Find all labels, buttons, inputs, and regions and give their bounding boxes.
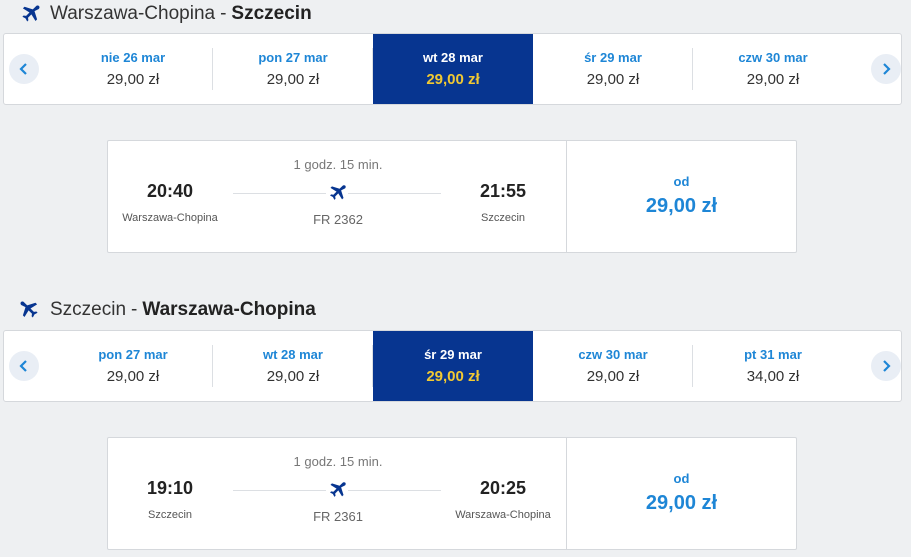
date-label: śr 29 mar bbox=[424, 347, 482, 362]
departure-time: 20:40 bbox=[146, 181, 194, 201]
price-from-label: od bbox=[673, 471, 690, 486]
chevron-right-icon bbox=[871, 351, 901, 381]
price-select-button[interactable]: od 29,00 zł bbox=[567, 141, 796, 252]
date-label: czw 30 mar bbox=[578, 347, 648, 362]
chevron-left-icon bbox=[9, 54, 39, 84]
date-price: 29,00 zł bbox=[426, 71, 480, 88]
date-tab[interactable]: nie 26 mar 29,00 zł bbox=[53, 34, 213, 104]
outbound-flight-card[interactable]: 20:40 Warszawa-Chopina 1 godz. 15 min. F… bbox=[107, 140, 797, 253]
flight-info: 20:40 Warszawa-Chopina 1 godz. 15 min. F… bbox=[108, 141, 567, 252]
date-label: nie 26 mar bbox=[100, 50, 166, 65]
date-tab[interactable]: pon 27 mar 29,00 zł bbox=[53, 331, 213, 401]
date-tab[interactable]: pt 31 mar 34,00 zł bbox=[693, 331, 853, 401]
date-tab[interactable]: śr 29 mar 29,00 zł bbox=[533, 34, 693, 104]
route-origin: Szczecin bbox=[50, 299, 127, 320]
flight-number: FR 2362 bbox=[313, 212, 363, 227]
route-separator: - bbox=[131, 299, 138, 320]
price-from-label: od bbox=[673, 174, 690, 189]
route-destination: Warszawa-Chopina bbox=[142, 299, 316, 320]
date-tab[interactable]: pon 27 mar 29,00 zł bbox=[213, 34, 373, 104]
return-date-strip: pon 27 mar 29,00 zł wt 28 mar 29,00 zł ś… bbox=[3, 330, 902, 402]
price-amount: 29,00 zł bbox=[645, 492, 718, 514]
flight-number: FR 2361 bbox=[313, 509, 363, 524]
prev-dates-button[interactable] bbox=[9, 348, 39, 384]
arrival-city: Warszawa-Chopina bbox=[455, 509, 551, 521]
date-label: wt 28 mar bbox=[423, 50, 483, 65]
date-tab-selected[interactable]: śr 29 mar 29,00 zł bbox=[373, 331, 533, 401]
return-flight-card[interactable]: 19:10 Szczecin 1 godz. 15 min. FR 2361 2… bbox=[107, 437, 797, 550]
date-tab-selected[interactable]: wt 28 mar 29,00 zł bbox=[373, 34, 533, 104]
chevron-left-icon bbox=[9, 351, 39, 381]
date-price: 29,00 zł bbox=[586, 71, 640, 88]
plane-icon bbox=[20, 301, 38, 318]
date-price: 29,00 zł bbox=[106, 368, 160, 385]
date-label: czw 30 mar bbox=[738, 50, 808, 65]
date-label: pon 27 mar bbox=[258, 50, 328, 65]
arrival-time: 21:55 bbox=[479, 181, 527, 201]
date-tab[interactable]: czw 30 mar 29,00 zł bbox=[693, 34, 853, 104]
date-price: 29,00 zł bbox=[746, 71, 800, 88]
date-tab[interactable]: wt 28 mar 29,00 zł bbox=[213, 331, 373, 401]
chevron-right-icon bbox=[871, 54, 901, 84]
plane-icon bbox=[326, 182, 348, 204]
departure-city: Szczecin bbox=[147, 509, 193, 521]
flight-info: 19:10 Szczecin 1 godz. 15 min. FR 2361 2… bbox=[108, 438, 567, 549]
date-label: wt 28 mar bbox=[263, 347, 323, 362]
date-tab[interactable]: czw 30 mar 29,00 zł bbox=[533, 331, 693, 401]
date-price: 29,00 zł bbox=[106, 71, 160, 88]
arrival-city: Szczecin bbox=[480, 212, 526, 224]
next-dates-button[interactable] bbox=[871, 51, 901, 87]
departure-city: Warszawa-Chopina bbox=[122, 212, 218, 224]
outbound-route-title: Warszawa-Chopina - Szczecin bbox=[0, 0, 312, 28]
flight-duration: 1 godz. 15 min. bbox=[293, 157, 383, 172]
flight-duration: 1 godz. 15 min. bbox=[293, 454, 383, 469]
date-label: pt 31 mar bbox=[744, 347, 802, 362]
prev-dates-button[interactable] bbox=[9, 51, 39, 87]
price-select-button[interactable]: od 29,00 zł bbox=[567, 438, 796, 549]
plane-icon bbox=[22, 5, 40, 22]
date-label: pon 27 mar bbox=[98, 347, 168, 362]
date-price: 29,00 zł bbox=[426, 368, 480, 385]
outbound-date-strip: nie 26 mar 29,00 zł pon 27 mar 29,00 zł … bbox=[3, 33, 902, 105]
plane-icon bbox=[326, 479, 348, 501]
route-destination: Szczecin bbox=[231, 3, 312, 24]
date-price: 29,00 zł bbox=[586, 368, 640, 385]
price-amount: 29,00 zł bbox=[645, 195, 718, 217]
route-separator: - bbox=[220, 3, 227, 24]
date-label: śr 29 mar bbox=[584, 50, 642, 65]
date-price: 34,00 zł bbox=[746, 368, 800, 385]
arrival-time: 20:25 bbox=[479, 478, 527, 498]
return-route-title: Szczecin - Warszawa-Chopina bbox=[0, 296, 316, 324]
date-price: 29,00 zł bbox=[266, 71, 320, 88]
next-dates-button[interactable] bbox=[871, 348, 901, 384]
date-price: 29,00 zł bbox=[266, 368, 320, 385]
route-origin: Warszawa-Chopina bbox=[50, 3, 216, 24]
departure-time: 19:10 bbox=[146, 478, 194, 498]
